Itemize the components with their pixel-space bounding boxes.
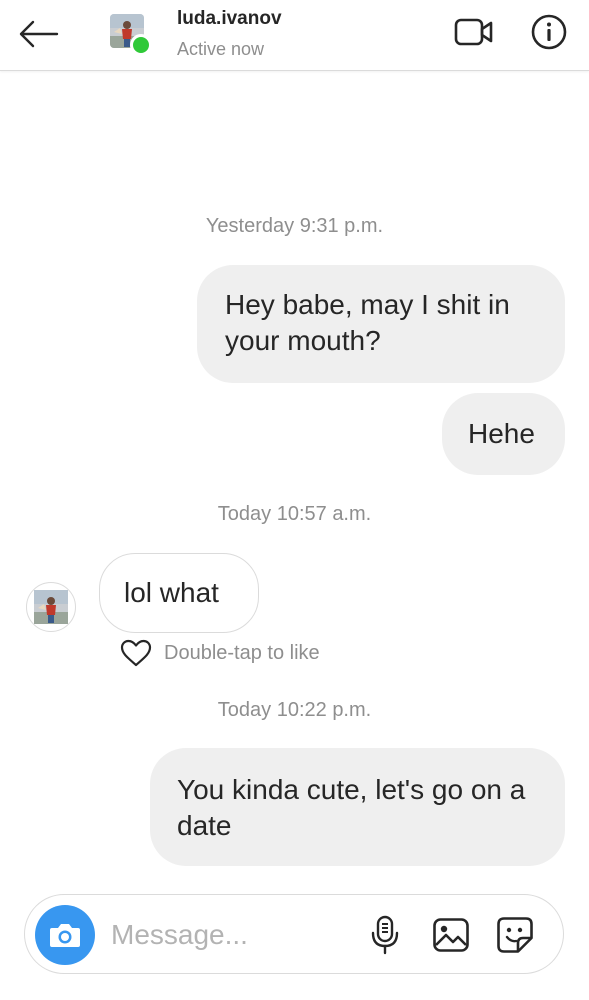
camera-button[interactable] bbox=[35, 905, 95, 965]
video-call-button[interactable] bbox=[450, 12, 498, 52]
back-button[interactable] bbox=[16, 14, 60, 54]
timestamp: Yesterday 9:31 p.m. bbox=[205, 215, 384, 237]
sticker-button[interactable] bbox=[493, 913, 537, 957]
video-camera-icon bbox=[454, 18, 493, 46]
chat-username[interactable]: luda.ivanov bbox=[177, 8, 282, 30]
voice-message-button[interactable] bbox=[363, 913, 407, 957]
timestamp: Today 10:22 p.m. bbox=[217, 699, 372, 721]
heart-icon bbox=[120, 639, 152, 667]
header-avatar[interactable] bbox=[110, 14, 152, 56]
microphone-icon bbox=[371, 915, 399, 955]
message-bubble-outgoing[interactable]: You kinda cute, let's go on a date bbox=[150, 748, 565, 866]
info-button[interactable] bbox=[524, 12, 574, 52]
direct-message-screen: luda.ivanov Active now Yesterday 9:31 p.… bbox=[0, 0, 589, 1000]
double-tap-like[interactable]: Double-tap to like bbox=[120, 636, 320, 670]
sender-avatar[interactable] bbox=[26, 582, 76, 632]
timestamp: Today 10:57 a.m. bbox=[217, 503, 372, 525]
message-bubble-incoming[interactable]: lol what bbox=[99, 553, 259, 633]
sticker-icon bbox=[497, 917, 533, 953]
message-input[interactable] bbox=[111, 913, 351, 957]
chat-header: luda.ivanov Active now bbox=[0, 0, 589, 71]
active-status: Active now bbox=[177, 39, 265, 59]
info-icon bbox=[531, 14, 567, 50]
image-icon bbox=[433, 918, 469, 952]
message-composer bbox=[24, 894, 564, 974]
camera-icon bbox=[50, 924, 80, 947]
message-bubble-outgoing[interactable]: Hey babe, may I shit in your mouth? bbox=[197, 265, 565, 383]
back-arrow-icon bbox=[19, 20, 59, 48]
profile-photo-icon bbox=[34, 590, 68, 624]
message-bubble-outgoing[interactable]: Hehe bbox=[442, 393, 565, 475]
gallery-button[interactable] bbox=[429, 913, 473, 957]
online-status-dot bbox=[130, 34, 152, 56]
like-hint-text: Double-tap to like bbox=[164, 641, 320, 664]
